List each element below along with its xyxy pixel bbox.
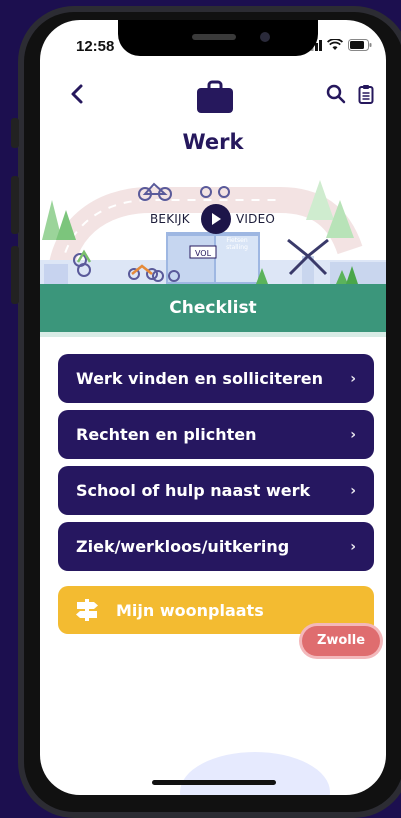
home-indicator[interactable] [152,780,276,785]
chevron-right-icon: › [350,370,356,387]
wifi-icon [327,39,343,50]
status-time: 12:58 [76,38,115,55]
sign-vol: VOL [194,249,212,258]
chevron-right-icon: › [350,538,356,555]
menu-item-label: Rechten en plichten [76,425,257,444]
bekijk-label[interactable]: BEKIJK [150,212,190,226]
notch [118,20,318,56]
menu-item-school-hulp[interactable]: School of hulp naast werk › [58,466,374,515]
menu-item-rechten-plichten[interactable]: Rechten en plichten › [58,410,374,459]
menu-item-label: Werk vinden en solliciteren [76,369,323,388]
decorative-blob [180,752,330,795]
sign-fietsenstalling: Fietsen stalling [226,237,248,251]
menu-item-label: Ziek/werkloos/uitkering [76,537,290,556]
video-label[interactable]: VIDEO [236,212,275,226]
back-icon[interactable] [66,82,90,106]
checklist-header: Checklist [40,284,386,332]
volume-up-button [11,176,19,234]
volume-down-button [11,246,19,304]
battery-icon [348,39,372,51]
app-screen: 12:58 Werk VOL Fietsen stalling BEKIJK V… [40,20,386,795]
speaker [192,34,236,40]
play-video-button[interactable] [201,204,231,234]
mijn-woonplaats-label: Mijn woonplaats [116,600,264,620]
play-icon [212,213,221,225]
menu-item-ziek-werkloos[interactable]: Ziek/werkloos/uitkering › [58,522,374,571]
briefcase-icon [197,80,233,113]
chevron-right-icon: › [350,426,356,443]
mute-switch [11,118,19,148]
search-icon[interactable] [326,84,346,104]
menu-item-werk-vinden[interactable]: Werk vinden en solliciteren › [58,354,374,403]
city-badge[interactable]: Zwolle [302,626,380,656]
camera [260,32,270,42]
signpost-icon [76,599,98,621]
menu-item-label: School of hulp naast werk [76,481,311,500]
clipboard-icon[interactable] [358,84,374,104]
chevron-right-icon: › [350,482,356,499]
page-title: Werk [182,130,244,154]
header-actions [326,84,374,104]
checklist-underline [40,332,386,337]
